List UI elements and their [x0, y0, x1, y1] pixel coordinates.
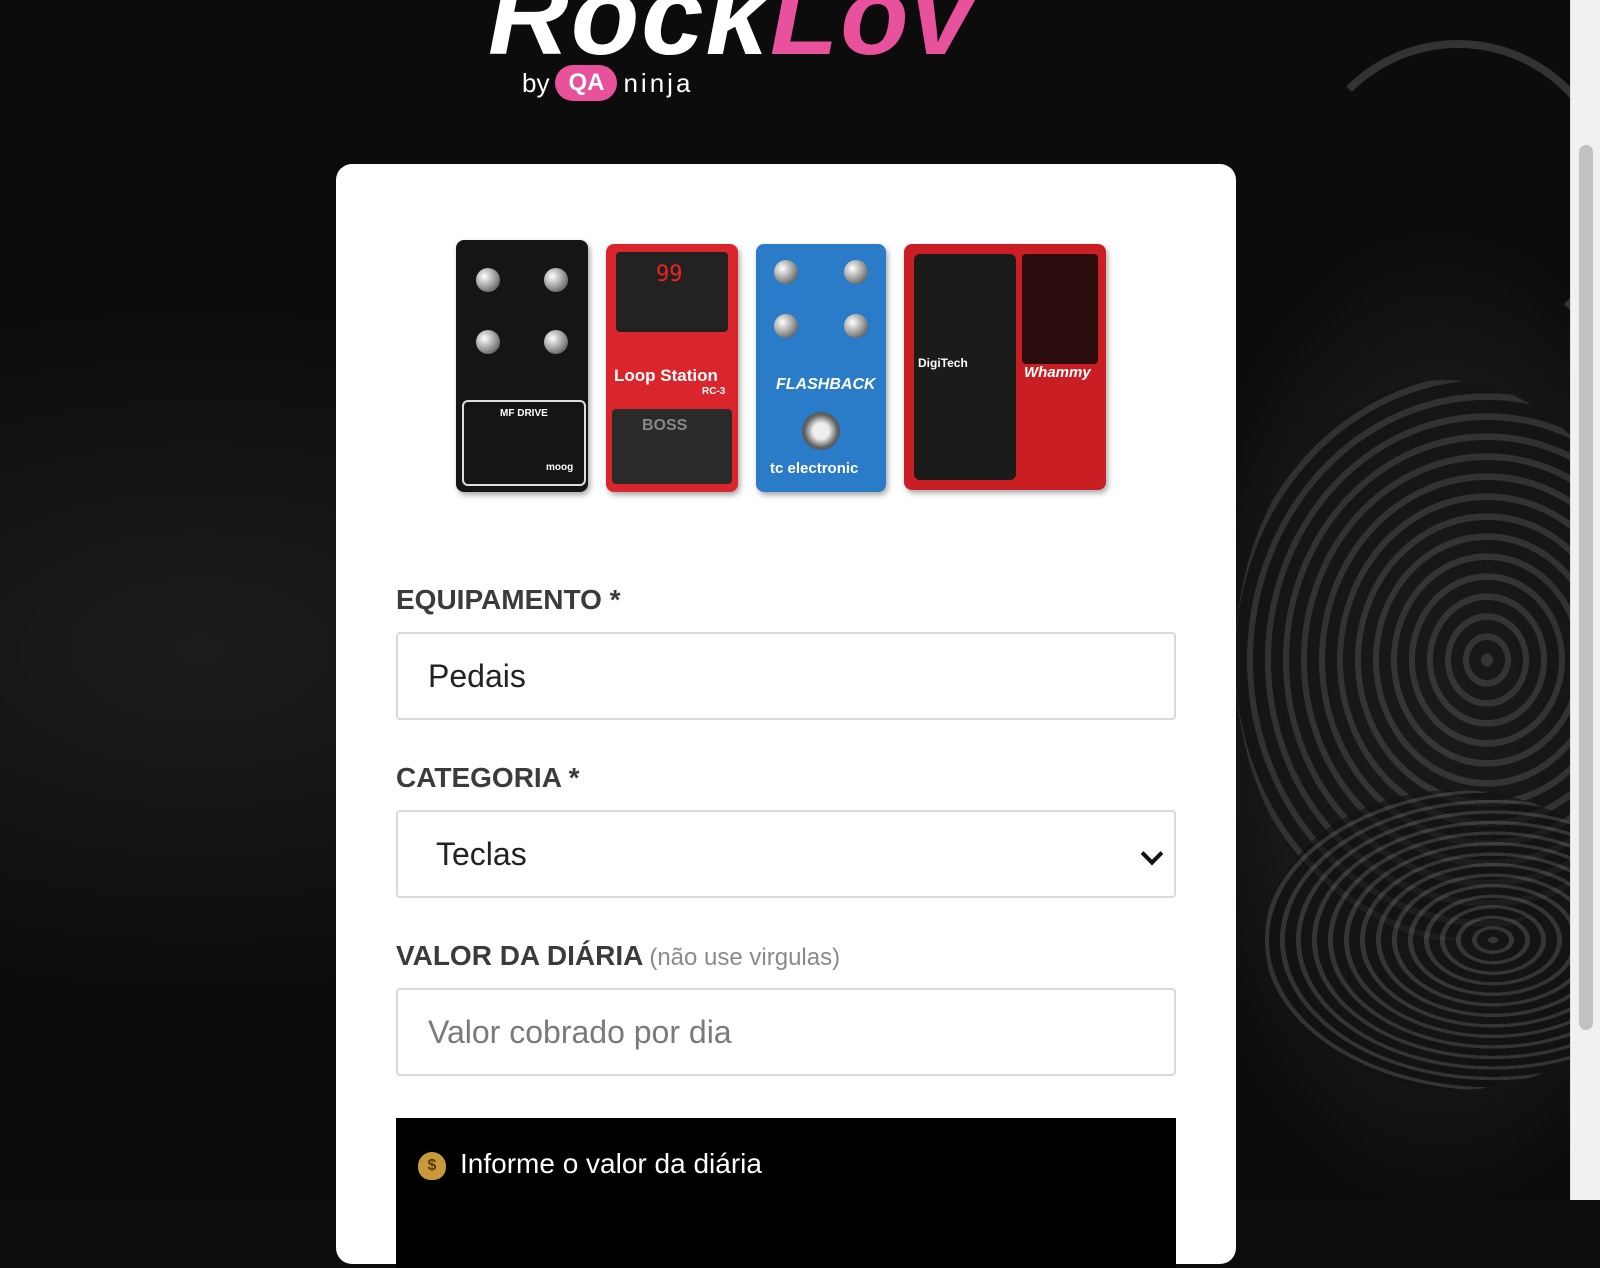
equipamento-label: EQUIPAMENTO * — [396, 584, 621, 615]
categoria-label: CATEGORIA * — [396, 762, 580, 793]
tc-pedal-image: FLASHBACK tc electronic — [756, 244, 886, 492]
cable-decoration — [1300, 40, 1600, 356]
whammy-name: Whammy — [1024, 364, 1091, 381]
logo-lov: Lov — [769, 0, 975, 78]
moog-name: MF DRIVE — [500, 408, 548, 419]
boss-display: 99 — [616, 252, 728, 332]
logo-by: by — [522, 67, 550, 98]
boss-brand: BOSS — [642, 417, 688, 434]
categoria-value: Teclas — [436, 835, 527, 872]
logo-ninja: ninja — [623, 67, 694, 98]
valor-hint: (não use virgulas) — [649, 944, 841, 971]
knob-icon — [544, 330, 568, 354]
knob-icon — [476, 268, 500, 292]
knob-icon — [844, 260, 868, 284]
valor-label-row: VALOR DA DIÁRIA (não use virgulas) — [396, 940, 840, 972]
moog-pedal-image: MF DRIVE moog — [456, 240, 588, 492]
knob-icon — [476, 330, 500, 354]
knob-icon — [544, 268, 568, 292]
boss-name: Loop Station — [614, 366, 718, 385]
knob-icon — [774, 314, 798, 338]
knob-icon — [844, 314, 868, 338]
scrollbar-thumb[interactable] — [1579, 145, 1593, 1030]
tc-brand: tc electronic — [770, 460, 859, 477]
logo-wordmark: RockLov — [488, 0, 975, 72]
chevron-down-icon — [1140, 842, 1164, 866]
whammy-panel — [1022, 254, 1098, 364]
moog-plate: MF DRIVE moog — [462, 400, 586, 486]
valor-input[interactable]: Valor cobrado por dia — [396, 988, 1176, 1076]
pedals-image: MF DRIVE moog 99 Loop Station RC-3 BOSS … — [456, 240, 1116, 504]
knob-icon — [774, 260, 798, 284]
footswitch-icon — [802, 412, 840, 450]
boss-display-digits: 99 — [656, 262, 683, 287]
money-bag-icon: $ — [418, 1152, 446, 1180]
equipamento-value: Pedais — [428, 657, 526, 694]
validation-alert: $ Informe o valor da diária — [396, 1118, 1176, 1268]
boss-model: RC-3 — [702, 386, 726, 397]
equipamento-input[interactable]: Pedais — [396, 632, 1176, 720]
equipment-form-card: MF DRIVE moog 99 Loop Station RC-3 BOSS … — [336, 164, 1236, 1268]
page-scrollbar[interactable] — [1570, 0, 1600, 1200]
alert-message: Informe o valor da diária — [460, 1148, 762, 1179]
valor-placeholder: Valor cobrado por dia — [428, 1013, 732, 1050]
boss-pedal-image: 99 Loop Station RC-3 BOSS — [606, 244, 738, 492]
moog-brand: moog — [546, 462, 574, 473]
rocklov-logo: RockLov by QA ninja — [470, 0, 1110, 110]
qa-ninja-icon: QA — [555, 65, 618, 101]
digitech-brand: DigiTech — [918, 356, 968, 370]
tc-name: FLASHBACK — [776, 376, 876, 393]
boss-footswitch: BOSS — [612, 409, 732, 484]
whammy-pedal-image: DigiTech Whammy — [904, 244, 1106, 490]
valor-label: VALOR DA DIÁRIA — [396, 940, 644, 971]
categoria-select[interactable]: Teclas — [396, 810, 1176, 898]
whammy-treadle: DigiTech — [914, 254, 1016, 480]
logo-byline: by QA ninja — [522, 65, 693, 101]
